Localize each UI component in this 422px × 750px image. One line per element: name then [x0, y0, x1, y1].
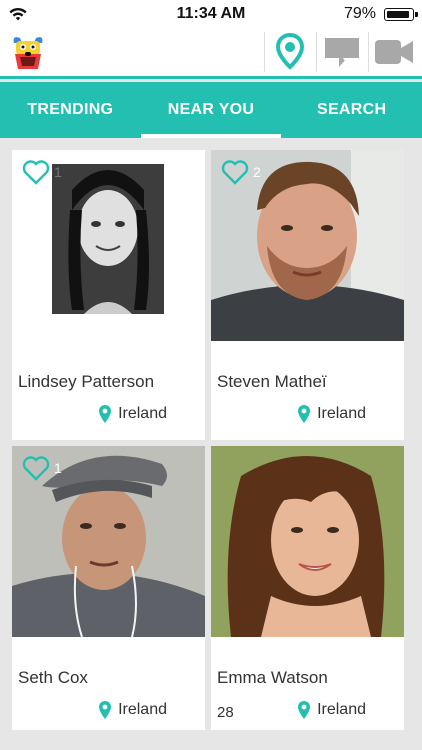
location-text: Ireland [118, 701, 167, 718]
battery-icon [384, 8, 418, 21]
tab-bar: TRENDING NEAR YOU SEARCH [0, 82, 422, 138]
divider [316, 32, 317, 72]
battery-percentage: 79% [343, 5, 376, 22]
app-logo[interactable] [8, 33, 48, 73]
profile-card[interactable]: Emma Watson 28 Ireland [211, 446, 404, 730]
profile-photo [211, 446, 404, 637]
tab-trending[interactable]: TRENDING [0, 82, 141, 138]
profile-name: Lindsey Patterson [18, 372, 155, 391]
video-camera-icon [375, 40, 413, 64]
location-text: Ireland [118, 405, 167, 422]
location-pin-icon [99, 701, 112, 719]
video-call-button[interactable] [370, 28, 418, 76]
location-text: Ireland [317, 701, 366, 718]
profile-card[interactable]: 1 Lindsey Patterson Ireland [12, 150, 205, 440]
header-accent-line [0, 76, 422, 79]
heart-icon[interactable] [22, 159, 50, 185]
message-button[interactable] [318, 28, 366, 76]
profile-name: Seth Cox [18, 668, 88, 687]
profile-location: Ireland [98, 404, 167, 424]
profile-name: Steven Matheï [217, 372, 327, 391]
profile-location: Ireland [297, 404, 366, 424]
tab-search[interactable]: SEARCH [281, 82, 422, 138]
profile-age: 28 [217, 704, 234, 721]
profile-card[interactable]: 2 Steven Matheï Ireland [211, 150, 404, 440]
tab-near-you[interactable]: NEAR YOU [140, 82, 282, 138]
location-pin-icon [99, 405, 112, 423]
divider [368, 32, 369, 72]
location-pin-icon [298, 405, 311, 423]
profile-card[interactable]: 1 Seth Cox Ireland [12, 446, 205, 730]
location-text: Ireland [317, 405, 366, 422]
divider [264, 32, 265, 72]
location-pin-icon [298, 701, 311, 719]
heart-icon[interactable] [22, 455, 50, 481]
heart-icon[interactable] [221, 159, 249, 185]
app-header [0, 28, 422, 76]
profile-location: Ireland [297, 700, 366, 720]
like-count: 1 [54, 164, 62, 180]
location-pin-icon [276, 33, 304, 70]
like-count: 2 [253, 164, 261, 180]
status-bar: 11:34 AM 79% [0, 0, 422, 28]
chat-bubble-icon [325, 38, 359, 67]
profile-name: Emma Watson [217, 668, 328, 687]
location-button[interactable] [266, 28, 314, 76]
like-count: 1 [54, 460, 62, 476]
profile-location: Ireland [98, 700, 167, 720]
